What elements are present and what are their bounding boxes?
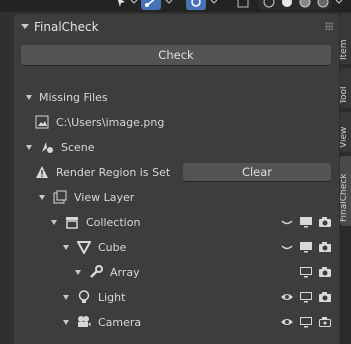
render-icon[interactable] [317,214,333,230]
missing-file-row: C:\Users\image.png [34,111,164,133]
chevron-down-icon[interactable] [210,0,218,10]
light-visibility [279,286,333,308]
cube-visibility [279,236,333,258]
expand-arrow-icon[interactable] [39,194,45,200]
image-icon [34,114,50,130]
view-layer-icon [52,189,68,205]
expand-arrow-icon[interactable] [63,294,69,300]
scene-label: Scene [61,140,95,154]
transform-orientation-icon[interactable] [141,0,161,10]
mesh-icon [76,239,92,255]
render-icon[interactable] [317,264,333,280]
render-icon[interactable] [317,289,333,305]
finalcheck-panel: FinalCheck Check Missing Files C:\Users\… [14,14,339,344]
collection-row[interactable]: Collection [51,211,140,233]
panel-header[interactable]: FinalCheck [14,14,339,40]
expand-arrow-icon[interactable] [26,144,32,150]
collapse-arrow-icon[interactable] [21,24,29,29]
cube-row[interactable]: Cube [63,236,126,258]
selectable-icon[interactable] [279,214,295,230]
tab-view-label: View [340,126,349,148]
selectable-icon[interactable] [279,239,295,255]
viewport-icon[interactable] [298,264,314,280]
render-icon[interactable] [317,239,333,255]
chevron-down-icon[interactable] [130,0,138,10]
check-button[interactable]: Check [21,45,331,65]
shading-icons[interactable] [258,0,332,10]
cube-label: Cube [98,240,127,254]
array-visibility [298,261,333,283]
collection-visibility [279,211,333,233]
view-layer-label: View Layer [74,190,135,204]
camera-row[interactable]: Camera [63,311,141,333]
viewport-icon[interactable] [298,314,314,330]
overlay-icon[interactable] [186,0,206,10]
array-row[interactable]: Array [75,261,140,283]
panel-title: FinalCheck [34,20,99,34]
drag-handle-icon[interactable] [325,22,333,30]
array-label: Array [110,265,140,279]
xray-icon[interactable] [236,0,250,10]
viewport-icon[interactable] [298,214,314,230]
light-label: Light [98,290,126,304]
light-bulb-icon [76,289,92,305]
chevron-down-icon[interactable] [165,0,173,10]
render-region-label: Render Region is Set [56,165,171,179]
tab-view[interactable]: View [340,112,351,152]
viewport-header [0,0,351,12]
scene-row[interactable]: Scene [26,136,95,158]
render-icon[interactable] [317,314,333,330]
tab-finalcheck-label: FinalCheck [340,173,349,222]
camera-visibility [279,311,333,333]
render-region-row: Render Region is Set [34,161,170,183]
eye-icon[interactable] [279,314,295,330]
camera-label: Camera [98,315,142,329]
expand-arrow-icon[interactable] [63,319,69,325]
expand-arrow-icon[interactable] [51,219,57,225]
clear-button[interactable]: Clear [183,163,331,181]
collection-icon [64,214,80,230]
expand-arrow-icon[interactable] [26,94,32,100]
viewport-icon[interactable] [298,239,314,255]
modifier-wrench-icon [88,264,104,280]
expand-arrow-icon[interactable] [63,244,69,250]
viewport-icon[interactable] [298,289,314,305]
eye-icon[interactable] [279,289,295,305]
cursor-icon[interactable] [114,0,128,10]
warning-icon [34,164,50,180]
expand-arrow-icon[interactable] [75,269,81,275]
tab-finalcheck[interactable]: FinalCheck [340,156,351,226]
view-layer-row[interactable]: View Layer [39,186,134,208]
light-row[interactable]: Light [63,286,125,308]
tab-item-label: Item [340,39,349,61]
chevron-down-icon[interactable] [334,0,344,10]
sidebar-tabs: Item Tool View FinalCheck [340,14,351,344]
camera-icon [76,314,92,330]
missing-files-row[interactable]: Missing Files [26,86,108,108]
tab-tool[interactable]: Tool [340,68,351,108]
collection-label: Collection [86,215,141,229]
tab-tool-label: Tool [340,86,349,104]
tab-item[interactable]: Item [340,14,351,64]
missing-file-label: C:\Users\image.png [56,115,165,129]
scene-icon [39,139,55,155]
missing-files-label: Missing Files [39,90,108,104]
